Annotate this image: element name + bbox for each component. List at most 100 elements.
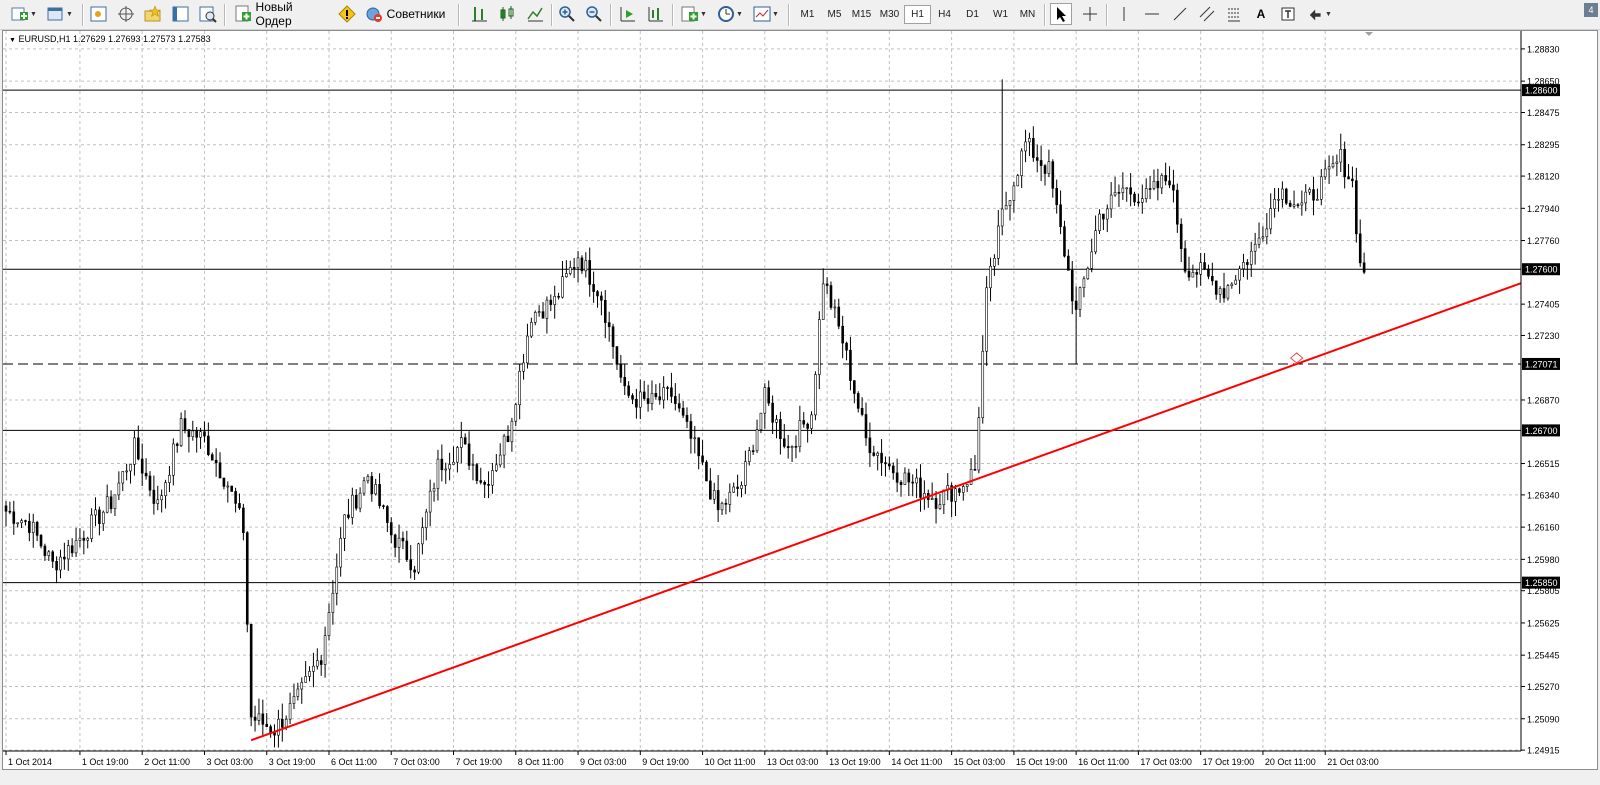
trendline-layer[interactable] (250, 282, 1522, 742)
candle-body (716, 490, 720, 511)
vertical-line-tool-button[interactable] (1113, 3, 1135, 25)
candle-body (467, 443, 471, 466)
candle-body (284, 718, 288, 728)
timeframe-m15[interactable]: M15 (848, 5, 875, 24)
chart-shift-marker-icon (1365, 32, 1373, 36)
candle-body (203, 431, 206, 437)
cursor-tool-button[interactable] (1050, 3, 1072, 25)
candlestick-button[interactable] (496, 3, 518, 25)
timeframe-h4[interactable]: H4 (931, 5, 958, 24)
chart-shift-button[interactable] (644, 3, 666, 25)
x-tick-label: 1 Oct 19:00 (82, 757, 129, 767)
profiles-icon (47, 7, 63, 21)
candle-body (257, 713, 261, 721)
new-chart-button[interactable]: ▼ (8, 3, 40, 25)
market-watch-button[interactable] (88, 3, 110, 25)
candle-body (354, 494, 358, 509)
timeframe-m5[interactable]: M5 (821, 5, 848, 24)
timeframe-w1[interactable]: W1 (987, 5, 1014, 24)
warning-diamond-icon (338, 5, 356, 23)
indicators-button[interactable]: ▼ (678, 3, 710, 25)
candle-body (845, 342, 848, 351)
candle-body (1140, 198, 1144, 203)
candle-body (1347, 176, 1350, 180)
timeframe-mn[interactable]: MN (1014, 5, 1041, 24)
candle-body (724, 502, 728, 505)
candle-body (603, 299, 607, 323)
candle-body (175, 443, 179, 446)
x-tick-label: 10 Oct 11:00 (705, 757, 756, 767)
timeframe-h1[interactable]: H1 (904, 5, 931, 24)
arrows-tool-button[interactable]: ▼ (1305, 3, 1335, 25)
x-tick-label: 21 Oct 03:00 (1327, 757, 1379, 767)
line-chart-button[interactable] (524, 3, 546, 25)
chart-canvas[interactable]: 1.288301.286501.284751.282951.281201.279… (3, 31, 1597, 769)
candle-body (1292, 204, 1296, 207)
chart-menu-triangle-icon[interactable]: ▼ (9, 37, 16, 44)
x-tick-label: 6 Oct 11:00 (331, 757, 377, 767)
window-number-badge[interactable]: 4 (1584, 3, 1598, 17)
candle-body (1320, 176, 1323, 200)
new-order-button[interactable]: Новый Ордер (231, 0, 333, 28)
periods-button[interactable]: ▼ (714, 3, 746, 25)
timeframe-m30[interactable]: M30 (876, 5, 903, 24)
candle-body (1265, 228, 1269, 238)
toolbar-separator (1106, 4, 1108, 26)
candle-body (677, 403, 681, 409)
candle-body (1351, 178, 1354, 182)
candle-body (327, 612, 331, 636)
bar-chart-button[interactable] (468, 3, 490, 25)
auto-scroll-button[interactable] (616, 3, 638, 25)
candle-body (1160, 175, 1164, 189)
expert-advisors-button[interactable]: Советники (361, 3, 449, 25)
templates-button[interactable]: ▼ (750, 3, 782, 25)
y-tick-label: 1.28120 (1527, 172, 1560, 182)
candle-body (222, 477, 226, 487)
candle-body (4, 505, 8, 512)
x-tick-label: 8 Oct 11:00 (518, 757, 564, 767)
trendline-tool-button[interactable] (1169, 3, 1191, 25)
candle-body (304, 676, 307, 683)
price-axis: 1.288301.286501.284751.282951.281201.279… (1520, 31, 1597, 769)
red-trendline[interactable] (250, 282, 1522, 742)
tester-magnifier-icon (199, 6, 217, 23)
timeframe-d1[interactable]: D1 (959, 5, 986, 24)
equidistant-channel-tool-button[interactable] (1196, 3, 1218, 25)
candle-body (308, 671, 311, 677)
favorites-button[interactable] (142, 3, 164, 25)
zoom-in-button[interactable] (556, 3, 578, 25)
candle-body (199, 431, 202, 438)
profiles-button[interactable]: ▼ (44, 3, 76, 25)
autotrading-warning-button[interactable] (336, 3, 358, 25)
candle-body (961, 486, 965, 493)
fibonacci-tool-button[interactable] (1223, 3, 1245, 25)
candle-body (810, 414, 813, 429)
candle-body (1211, 276, 1214, 282)
candle-body (537, 311, 541, 313)
terminal-button[interactable] (170, 3, 192, 25)
candle-body (475, 464, 479, 481)
candle-body (1028, 138, 1031, 143)
text-tool-button[interactable]: A (1250, 3, 1272, 25)
candle-body (1152, 180, 1156, 189)
candle-body (495, 464, 498, 471)
candle-body (1203, 262, 1206, 270)
candle-body (860, 408, 864, 415)
candle-body (747, 450, 751, 462)
candle-body (1113, 192, 1117, 196)
candle-body (296, 688, 300, 697)
candle-body (210, 454, 214, 461)
navigator-button[interactable] (115, 3, 137, 25)
zoom-out-button[interactable] (583, 3, 605, 25)
strategy-tester-button[interactable] (197, 3, 219, 25)
horizontal-line-tool-button[interactable] (1141, 3, 1163, 25)
candle-body (576, 257, 580, 268)
y-tick-label: 1.28830 (1527, 44, 1560, 54)
timeframe-m1[interactable]: M1 (794, 5, 821, 24)
crosshair-tool-button[interactable] (1079, 3, 1101, 25)
horizontal-lines[interactable] (3, 89, 1521, 584)
text-label-tool-button[interactable] (1277, 3, 1299, 25)
candle-body (666, 387, 669, 389)
candle-body (1137, 201, 1140, 204)
chart-window[interactable]: 1.28830 1.28650 1.28475 1.28295 1.28120 1.279… (2, 30, 1598, 770)
